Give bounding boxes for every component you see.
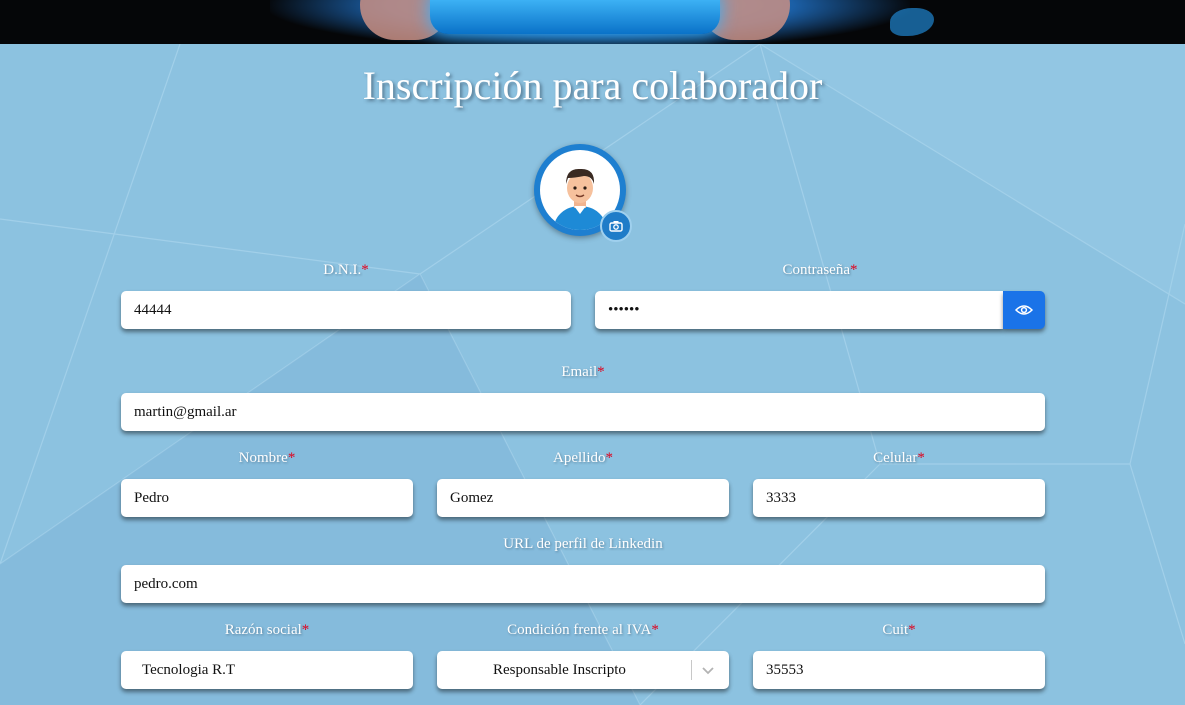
cuit-label: Cuit* bbox=[882, 622, 916, 638]
apellido-input[interactable]: Gomez bbox=[437, 479, 729, 517]
condicion-iva-label: Condición frente al IVA* bbox=[507, 622, 659, 638]
avatar-upload[interactable] bbox=[534, 144, 634, 244]
razon-social-input[interactable]: Tecnologia R.T bbox=[121, 651, 413, 689]
celular-input[interactable]: 3333 bbox=[753, 479, 1045, 517]
camera-icon[interactable] bbox=[600, 210, 632, 242]
header-banner-image bbox=[0, 0, 1185, 44]
nombre-label: Nombre* bbox=[238, 450, 296, 466]
linkedin-label: URL de perfil de Linkedin bbox=[503, 536, 663, 552]
password-input[interactable]: •••••• bbox=[595, 291, 1003, 329]
email-label: Email* bbox=[561, 364, 605, 380]
page-title: Inscripción para colaborador bbox=[362, 63, 823, 108]
email-input[interactable]: martin@gmail.ar bbox=[121, 393, 1045, 431]
nombre-input[interactable]: Pedro bbox=[121, 479, 413, 517]
dni-label: D.N.I.* bbox=[323, 262, 369, 278]
condicion-iva-select[interactable]: Responsable Inscripto bbox=[437, 651, 729, 689]
celular-label: Celular* bbox=[873, 450, 925, 466]
select-divider bbox=[691, 660, 692, 680]
linkedin-input[interactable]: pedro.com bbox=[121, 565, 1045, 603]
password-label: Contraseña* bbox=[782, 262, 858, 278]
razon-social-label: Razón social* bbox=[224, 622, 310, 638]
apellido-label: Apellido* bbox=[553, 450, 613, 466]
chevron-down-icon bbox=[702, 667, 714, 675]
eye-icon bbox=[1015, 305, 1033, 315]
cuit-input[interactable]: 35553 bbox=[753, 651, 1045, 689]
condicion-iva-value: Responsable Inscripto bbox=[493, 662, 626, 678]
dni-input[interactable]: 44444 bbox=[121, 291, 571, 329]
show-password-button[interactable] bbox=[1003, 291, 1045, 329]
